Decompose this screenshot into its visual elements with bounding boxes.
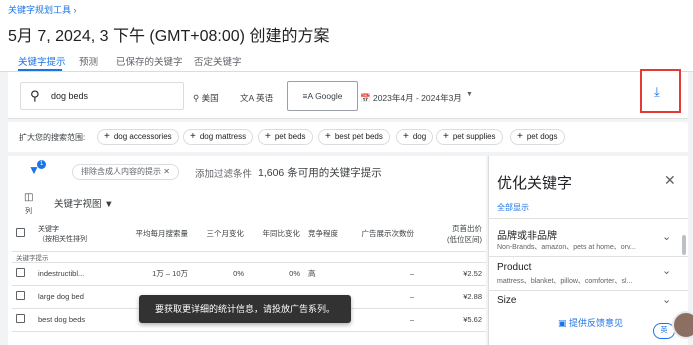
suggestion-chip[interactable]: + dog	[396, 129, 434, 145]
show-all-link[interactable]: 全部显示	[497, 202, 529, 213]
panel-scrollbar[interactable]	[682, 235, 686, 255]
toast-message: 要获取更详细的统计信息，请投放广告系列。	[139, 295, 351, 323]
add-filter-button[interactable]: 添加过滤条件	[195, 166, 252, 180]
header-yoy[interactable]: 年同比变化	[248, 217, 304, 252]
header-top-bid[interactable]: 页首出价 (低位区间)	[418, 217, 486, 252]
header-three-month[interactable]: 三个月变化	[192, 217, 248, 252]
breadcrumb[interactable]: 关键字规划工具 ›	[8, 3, 77, 16]
columns-icon[interactable]: ◫	[24, 192, 33, 203]
refine-item-brand[interactable]: 品牌或非品牌 Non-Brands、amazon、pets at home、or…	[488, 218, 688, 256]
tab-saved-keywords[interactable]: 已保存的关键字	[116, 54, 183, 68]
yoy-cell: 0%	[248, 262, 304, 286]
impression-cell: –	[350, 285, 418, 309]
chevron-down-icon: ⌄	[662, 231, 672, 243]
table-header-row: 关键字 （按相关性排列 平均每月搜索量 三个月变化 年同比变化 竞争程度 广告展…	[12, 217, 486, 252]
language-selector[interactable]: 文A 英语	[240, 92, 273, 104]
group-label-row: 关键字提示	[12, 251, 486, 263]
expand-search-label: 扩大您的搜索范围:	[19, 133, 86, 142]
keyword-cell: indestructibl...	[34, 262, 116, 286]
group-label: 关键字提示	[12, 251, 486, 263]
translate-icon: 文A	[240, 93, 254, 103]
location-selector[interactable]: ⚲ 美国	[193, 92, 219, 104]
volume-cell: 1万 – 10万	[116, 262, 192, 286]
columns-label: 列	[25, 208, 32, 215]
impression-cell: –	[350, 262, 418, 286]
bid-cell: ¥2.52	[418, 262, 486, 286]
tab-keyword-ideas[interactable]: 关键字提示	[18, 54, 66, 68]
chevron-down-icon: ⌄	[662, 265, 672, 277]
close-icon[interactable]: ✕	[664, 172, 676, 189]
header-impression-share[interactable]: 广告展示次数份	[350, 217, 418, 252]
impression-cell: –	[350, 308, 418, 332]
row-checkbox[interactable]	[16, 291, 25, 300]
suggestion-chip[interactable]: + pet dogs	[510, 129, 565, 145]
tab-negative-keywords[interactable]: 否定关键字	[194, 54, 242, 68]
keyword-cell: large dog bed	[34, 285, 116, 309]
download-icon: ⤓	[654, 84, 660, 99]
bid-cell: ¥5.62	[418, 308, 486, 332]
header-keyword[interactable]: 关键字 （按相关性排列	[34, 217, 116, 252]
panel-title: 优化关键字	[497, 175, 573, 192]
download-button[interactable]: ⤓	[640, 69, 681, 113]
available-keywords-count: 1,606 条可用的关键字提示	[258, 167, 382, 179]
header-competition[interactable]: 竞争程度	[304, 217, 350, 252]
select-all-checkbox[interactable]	[16, 228, 25, 238]
calendar-icon: 📅	[360, 93, 371, 103]
search-input[interactable]: dog beds	[51, 91, 88, 101]
network-icon: ≡A	[302, 91, 313, 101]
row-checkbox[interactable]	[16, 314, 25, 323]
competition-cell: 高	[304, 262, 350, 286]
bid-cell: ¥2.88	[418, 285, 486, 309]
keyword-view-dropdown[interactable]: 关键字视图 ▼	[54, 196, 114, 210]
feedback-link[interactable]: ▣ 提供反馈意见	[558, 316, 623, 329]
suggestion-chip[interactable]: + pet supplies	[436, 129, 503, 145]
date-range-selector[interactable]: 📅 2023年4月 - 2024年3月	[360, 92, 462, 104]
three-month-cell: 0%	[192, 262, 248, 286]
filter-count-badge: 1	[37, 160, 46, 169]
suggestion-chip[interactable]: + dog mattress	[183, 129, 254, 145]
close-icon[interactable]: ✕	[163, 167, 170, 176]
suggestion-chip[interactable]: + best pet beds	[318, 129, 390, 145]
tab-bar: 关键字提示 预测 已保存的关键字 否定关键字	[0, 52, 693, 72]
suggestion-chip[interactable]: + dog accessories	[97, 129, 179, 145]
table-row[interactable]: indestructibl... 1万 – 10万 0% 0% 高 – ¥2.5…	[12, 262, 486, 286]
header-avg-monthly[interactable]: 平均每月搜索量	[116, 217, 192, 252]
keyword-search-box[interactable]: ⚲ dog beds	[20, 82, 184, 110]
search-icon: ⚲	[30, 88, 40, 103]
refine-item-size[interactable]: Size ⌄	[488, 290, 688, 308]
keyword-cell: best dog beds	[34, 308, 116, 332]
chevron-down-icon: ⌄	[662, 294, 672, 306]
active-tab-indicator	[18, 69, 62, 71]
suggestion-chip[interactable]: + pet beds	[258, 129, 313, 145]
page-title: 5月 7, 2024, 3 下午 (GMT+08:00) 创建的方案	[8, 28, 330, 45]
avatar[interactable]	[672, 311, 693, 339]
network-selector[interactable]: ≡A Google	[287, 81, 358, 111]
chevron-down-icon: ▼	[104, 199, 114, 210]
tab-forecast[interactable]: 预测	[79, 54, 98, 68]
refine-item-product[interactable]: Product mattress、blanket、pillow、comforte…	[488, 256, 688, 290]
feedback-icon: ▣	[558, 318, 567, 328]
exclude-adult-chip[interactable]: 排除含成人内容的提示 ✕	[72, 164, 179, 180]
chevron-down-icon[interactable]: ▼	[466, 91, 473, 98]
row-checkbox[interactable]	[16, 268, 25, 277]
location-pin-icon: ⚲	[193, 93, 200, 103]
